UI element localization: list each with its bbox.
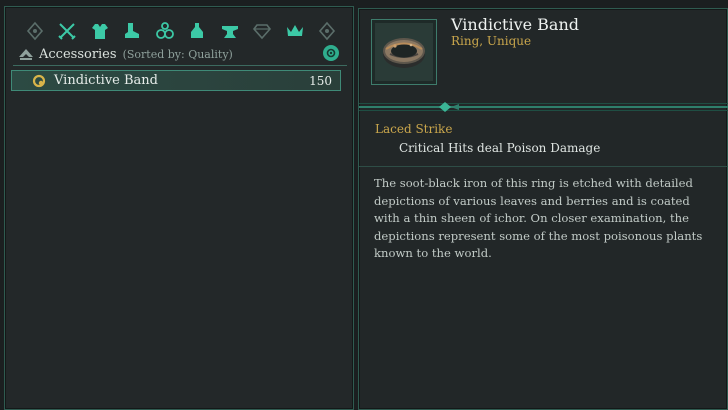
tab-boots[interactable] <box>120 19 144 43</box>
shield-tab-icon <box>318 21 336 41</box>
crossed-swords-icon <box>58 23 77 40</box>
tab-gems[interactable] <box>250 19 274 43</box>
item-title: Vindictive Band <box>451 15 579 34</box>
trait-name: Laced Strike <box>375 122 453 136</box>
crown-icon <box>286 25 303 36</box>
ring-artwork-icon <box>383 38 425 68</box>
sort-icon <box>326 48 336 58</box>
ring-icon <box>32 74 46 88</box>
item-portrait <box>371 19 437 85</box>
tab-shield[interactable] <box>23 19 47 43</box>
bumper-icon <box>17 45 35 63</box>
tab-armor[interactable] <box>88 19 112 43</box>
tab-trophies[interactable] <box>283 19 307 43</box>
potion-icon <box>191 23 204 38</box>
category-title: Accessories <box>39 46 117 62</box>
boots-icon <box>125 23 140 38</box>
item-value: 150 <box>309 73 332 88</box>
tab-accessories[interactable] <box>153 19 177 43</box>
trait-description: Critical Hits deal Poison Damage <box>399 141 601 155</box>
gem-icon <box>253 24 272 40</box>
lore-text: The soot-black iron of this ring is etch… <box>374 176 703 260</box>
ornamental-divider <box>359 101 728 113</box>
tab-materials[interactable] <box>218 19 242 43</box>
section-divider <box>359 166 728 167</box>
tab-weapons[interactable] <box>55 19 79 43</box>
tab-consumables[interactable] <box>185 19 209 43</box>
shield-tab-icon <box>26 21 44 41</box>
ring-icon <box>155 22 174 39</box>
tab-shield-right[interactable] <box>315 19 339 43</box>
sort-label: (Sorted by: Quality) <box>122 47 233 61</box>
chest-armor-icon <box>91 24 108 39</box>
item-rarity: Ring, Unique <box>451 34 532 48</box>
list-item[interactable]: Vindictive Band 150 <box>11 70 341 91</box>
sort-button[interactable] <box>323 45 339 61</box>
category-tab-bar <box>23 17 339 45</box>
category-header: Accessories (Sorted by: Quality) <box>17 43 343 65</box>
category-divider <box>13 65 347 66</box>
inventory-panel: Accessories (Sorted by: Quality) Vindict… <box>4 6 354 410</box>
item-details-panel: Vindictive Band Ring, Unique Laced Strik… <box>358 8 728 410</box>
item-name: Vindictive Band <box>54 73 158 88</box>
anvil-icon <box>221 26 238 38</box>
